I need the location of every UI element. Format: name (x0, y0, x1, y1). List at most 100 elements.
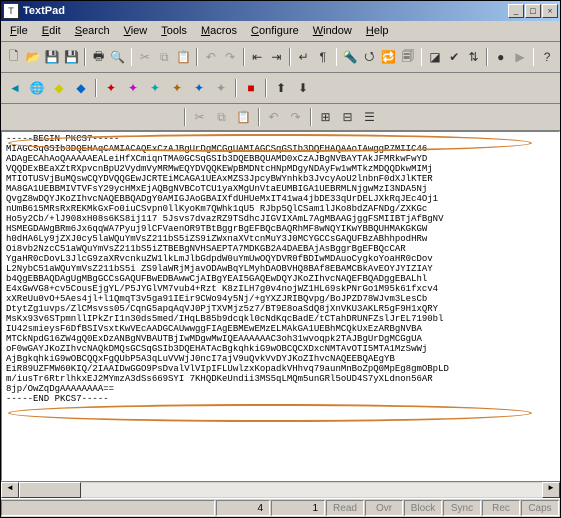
menu-window[interactable]: Window (306, 24, 359, 38)
menubar: File Edit Search View Tools Macros Confi… (1, 21, 560, 42)
app-window: T TextPad _ □ × File Edit Search View To… (0, 0, 561, 518)
status-ovr: Ovr (365, 500, 403, 516)
save-all-icon[interactable]: 💾 (63, 47, 80, 67)
horizontal-scrollbar[interactable]: ◄ ► (1, 481, 560, 498)
toolbar-sep (336, 48, 338, 66)
status-col: 1 (271, 500, 325, 516)
wrap-icon[interactable]: ↵ (295, 47, 312, 67)
marker4-icon[interactable]: ✦ (167, 78, 187, 98)
toolbar-sep (421, 48, 423, 66)
indent-left-icon[interactable]: ⇤ (249, 47, 266, 67)
annotation-oval-end (8, 404, 532, 422)
toolbar-sep (289, 48, 291, 66)
marker2-icon[interactable]: ✦ (123, 78, 143, 98)
status-message (1, 500, 215, 516)
menu-search[interactable]: Search (68, 24, 117, 38)
toolbar-secondary: ◄ 🌐 ◆ ◆ ✦ ✦ ✦ ✦ ✦ ✦ ■ ⬆ ⬇ (1, 73, 560, 104)
doc-tool1-icon[interactable]: ⊞ (316, 107, 336, 127)
toolbar-sep (310, 108, 312, 126)
scroll-right-icon[interactable]: ► (542, 482, 560, 498)
open-icon[interactable]: 📂 (24, 47, 41, 67)
next-icon[interactable]: ⬇ (293, 78, 313, 98)
editor-area[interactable]: -----BEGIN PKCS7----- MIAGCSqGSIb3DQEHAq… (1, 131, 560, 481)
menu-edit[interactable]: Edit (35, 24, 68, 38)
doc-cut-icon[interactable]: ✂ (190, 107, 210, 127)
toolbar-sep (95, 79, 97, 97)
toolbar-main: 🗋 📂 💾 💾 🖶 🔍 ✂ ⧉ 📋 ↶ ↷ ⇤ ⇥ ↵ ¶ 🔦 ⭯ 🔁 🗐 ◪ … (1, 42, 560, 73)
doc-tool2-icon[interactable]: ⊟ (338, 107, 358, 127)
doc-tool3-icon[interactable]: ☰ (360, 107, 380, 127)
indent-right-icon[interactable]: ⇥ (268, 47, 285, 67)
toolbar-sep (84, 48, 86, 66)
marker6-icon[interactable]: ✦ (211, 78, 231, 98)
doc-redo-icon[interactable]: ↷ (286, 107, 306, 127)
status-read: Read (326, 500, 364, 516)
show-spaces-icon[interactable]: ¶ (314, 47, 331, 67)
toolbar-sep (533, 48, 535, 66)
status-sync: Sync (443, 500, 481, 516)
app-icon: T (3, 3, 19, 19)
toolbar-sep (265, 79, 267, 97)
toolbar-sep (486, 48, 488, 66)
tool-yellow-icon[interactable]: ◆ (49, 78, 69, 98)
print-icon[interactable]: 🖶 (90, 47, 107, 67)
scroll-left-icon[interactable]: ◄ (1, 482, 19, 498)
editor-text[interactable]: -----BEGIN PKCS7----- MIAGCSqGSIb3DQEHAq… (2, 132, 559, 406)
find-icon[interactable]: 🔦 (341, 47, 358, 67)
menu-file[interactable]: File (3, 24, 35, 38)
maximize-button[interactable]: □ (525, 4, 541, 18)
toolbar-sep (131, 48, 133, 66)
menu-view[interactable]: View (117, 24, 155, 38)
help-icon[interactable]: ? (538, 47, 555, 67)
close-button[interactable]: × (542, 4, 558, 18)
find-files-icon[interactable]: 🗐 (399, 47, 416, 67)
marker5-icon[interactable]: ✦ (189, 78, 209, 98)
replace-icon[interactable]: 🔁 (380, 47, 397, 67)
doc-copy-icon[interactable]: ⧉ (212, 107, 232, 127)
macro-play-icon[interactable]: ▶ (511, 47, 528, 67)
statusbar: 4 1 Read Ovr Block Sync Rec Caps (1, 498, 560, 517)
status-line: 4 (216, 500, 270, 516)
menu-help[interactable]: Help (359, 24, 396, 38)
menu-tools[interactable]: Tools (154, 24, 194, 38)
status-block: Block (404, 500, 442, 516)
app-title: TextPad (23, 5, 508, 17)
find-next-icon[interactable]: ⭯ (361, 47, 378, 67)
window-controls: _ □ × (508, 4, 558, 18)
menu-macros[interactable]: Macros (194, 24, 244, 38)
menu-configure[interactable]: Configure (244, 24, 306, 38)
titlebar: T TextPad _ □ × (1, 1, 560, 21)
status-rec: Rec (482, 500, 520, 516)
minimize-button[interactable]: _ (508, 4, 524, 18)
paste-icon[interactable]: 📋 (175, 47, 192, 67)
doc-paste-icon[interactable]: 📋 (234, 107, 254, 127)
scroll-thumb[interactable] (19, 482, 81, 498)
copy-icon[interactable]: ⧉ (156, 47, 173, 67)
undo-icon[interactable]: ↶ (202, 47, 219, 67)
marker3-icon[interactable]: ✦ (145, 78, 165, 98)
compare-icon[interactable]: ◪ (426, 47, 443, 67)
toolbar-doc: ✂ ⧉ 📋 ↶ ↷ ⊞ ⊟ ☰ (1, 104, 560, 131)
toolbar-sep (258, 108, 260, 126)
toolbar-sep (184, 108, 186, 126)
new-icon[interactable]: 🗋 (5, 47, 22, 67)
bookmark-next-icon[interactable]: 🌐 (27, 78, 47, 98)
stop-icon[interactable]: ■ (241, 78, 261, 98)
toolbar-sep (243, 48, 245, 66)
save-icon[interactable]: 💾 (44, 47, 61, 67)
redo-icon[interactable]: ↷ (221, 47, 238, 67)
highlight-overlay: -----BEGIN PKCS7----- MIAGCSqGSIb3DQEHAq… (2, 132, 559, 406)
doc-undo-icon[interactable]: ↶ (264, 107, 284, 127)
status-caps: Caps (521, 500, 559, 516)
marker1-icon[interactable]: ✦ (101, 78, 121, 98)
print-preview-icon[interactable]: 🔍 (109, 47, 126, 67)
macro-rec-icon[interactable]: ● (492, 47, 509, 67)
spell-icon[interactable]: ✔ (446, 47, 463, 67)
sort-icon[interactable]: ⇅ (465, 47, 482, 67)
bookmark-toggle-icon[interactable]: ◄ (5, 78, 25, 98)
toolbar-sep (235, 79, 237, 97)
tool-blue-icon[interactable]: ◆ (71, 78, 91, 98)
cut-icon[interactable]: ✂ (136, 47, 153, 67)
prev-icon[interactable]: ⬆ (271, 78, 291, 98)
scroll-track[interactable] (81, 483, 542, 497)
